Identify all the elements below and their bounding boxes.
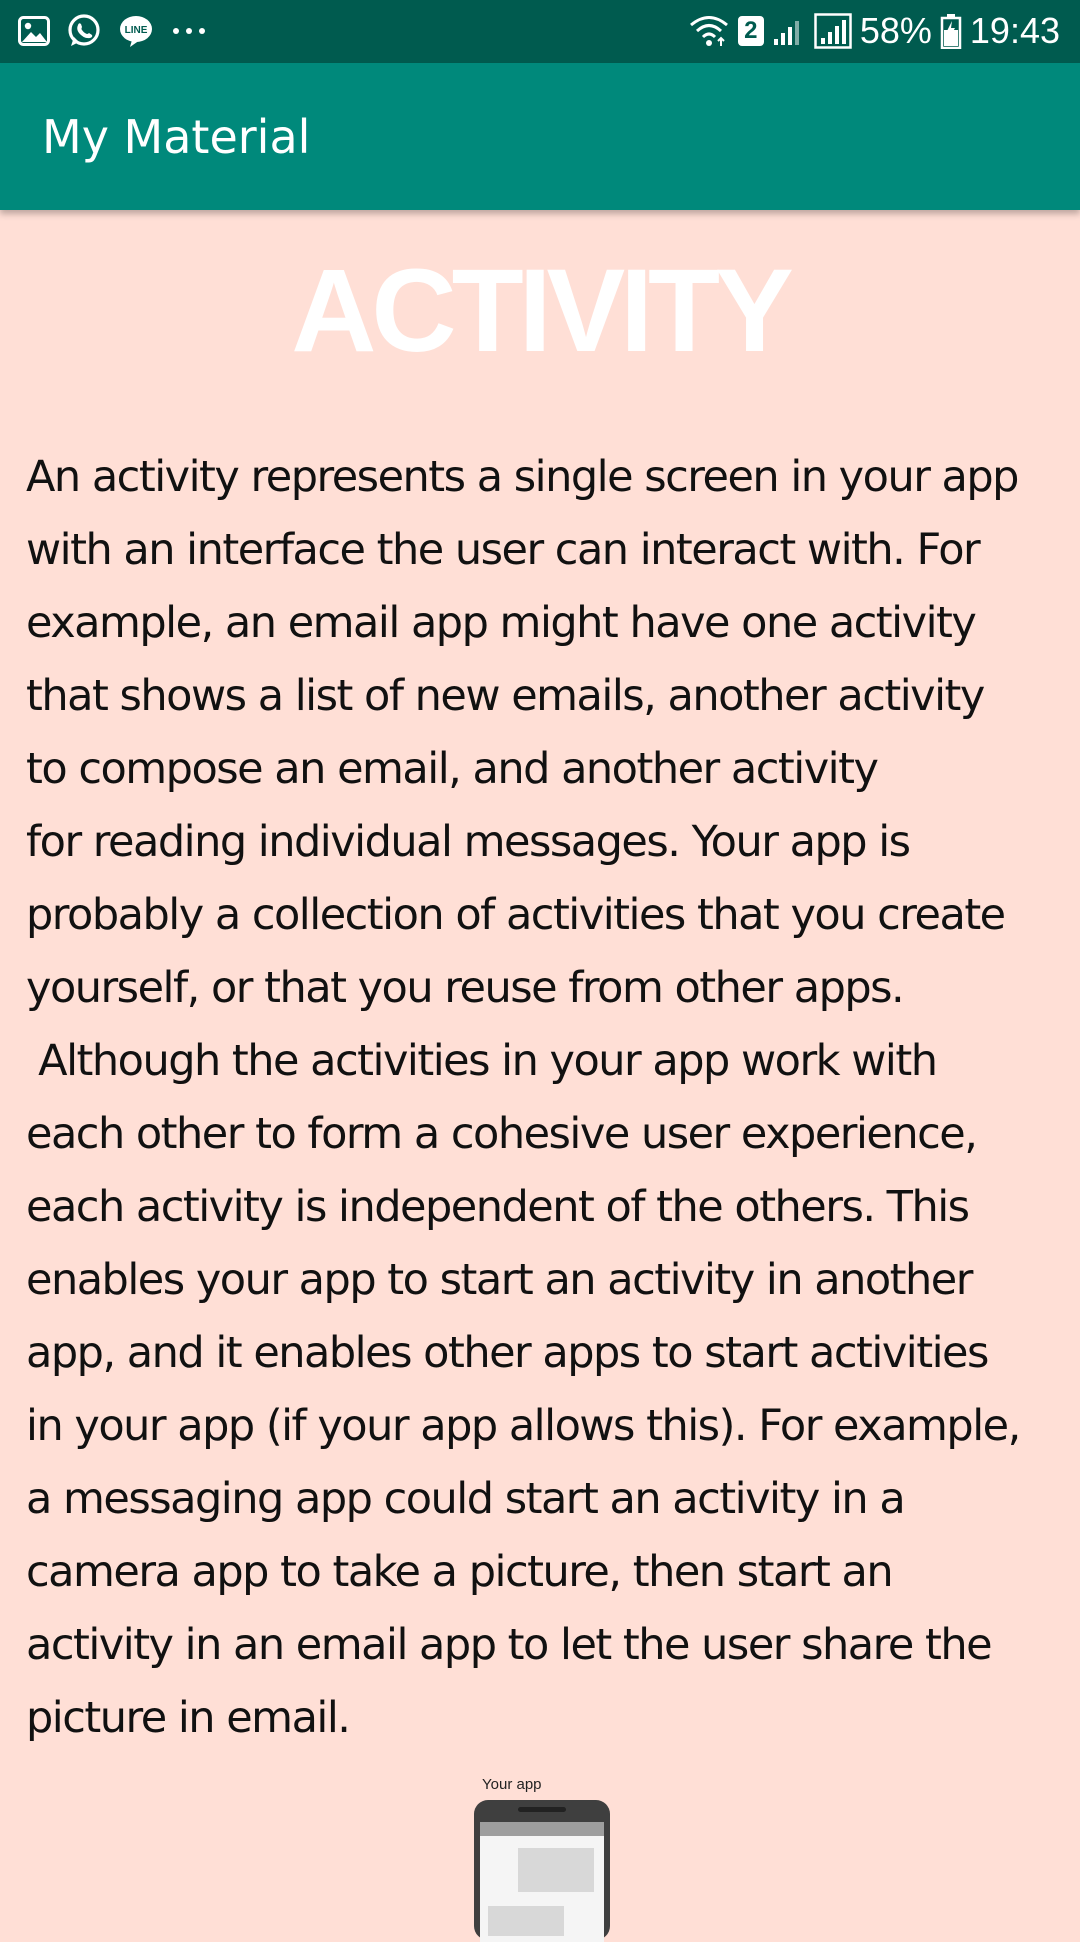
body-line: Although the activities in your app work… [26,1036,938,1086]
body-line: a messaging app could start an activity … [26,1474,906,1524]
body-line: activity in an email app to let the user… [26,1620,993,1670]
phone-screen [480,1822,604,1942]
more-dots-icon [170,26,210,36]
clock: 19:43 [969,10,1060,51]
body-line: in your app (if your app allows this). F… [26,1401,1021,1451]
signal-full-icon [814,13,852,49]
signal-icon [772,15,806,47]
body-line: each activity is independent of the othe… [26,1182,970,1232]
app-title: My Material [42,110,311,164]
line-icon: LINE [118,14,154,48]
svg-text:LINE: LINE [125,25,148,36]
phone-speaker [518,1807,566,1812]
app-bar: My Material [0,63,1080,210]
whatsapp-icon [66,13,102,49]
screen-placeholder-block [518,1848,594,1892]
body-paragraph: An activity represents a single screen i… [26,441,1066,1755]
battery-percent: 58% [859,10,932,51]
notification-icons: LINE [18,13,210,49]
system-status: 2 58% 19:43 [688,8,1060,54]
body-line: for reading individual messages. Your ap… [26,817,911,867]
phone-icon [474,1800,610,1942]
body-line: picture in email. [26,1693,351,1743]
body-line: yourself, or that you reuse from other a… [26,963,905,1013]
body-line: app, and it enables other apps to start … [26,1328,989,1378]
wifi-badge: 2 [737,16,764,46]
activity-illustration: Your app [460,1776,620,1942]
body-line: that shows a list of new emails, another… [26,671,985,721]
illustration-label: Your app [482,1776,542,1793]
wifi-icon [688,14,730,48]
status-bar: LINE 2 58% 19:43 [0,0,1080,63]
battery-charging-icon [940,13,962,49]
gallery-icon [18,16,50,46]
screen-placeholder-block [488,1906,564,1936]
body-line: enables your app to start an activity in… [26,1255,973,1305]
body-line: each other to form a cohesive user exper… [26,1109,978,1159]
body-line: example, an email app might have one act… [26,598,977,648]
body-line: An activity represents a single screen i… [26,452,1019,502]
page-heading: ACTIVITY [291,245,794,377]
body-line: probably a collection of activities that… [26,890,1006,940]
screen-toolbar [480,1822,604,1836]
body-line: with an interface the user can interact … [26,525,981,575]
body-line: to compose an email, and another activit… [26,744,879,794]
body-line: camera app to take a picture, then start… [26,1547,894,1597]
